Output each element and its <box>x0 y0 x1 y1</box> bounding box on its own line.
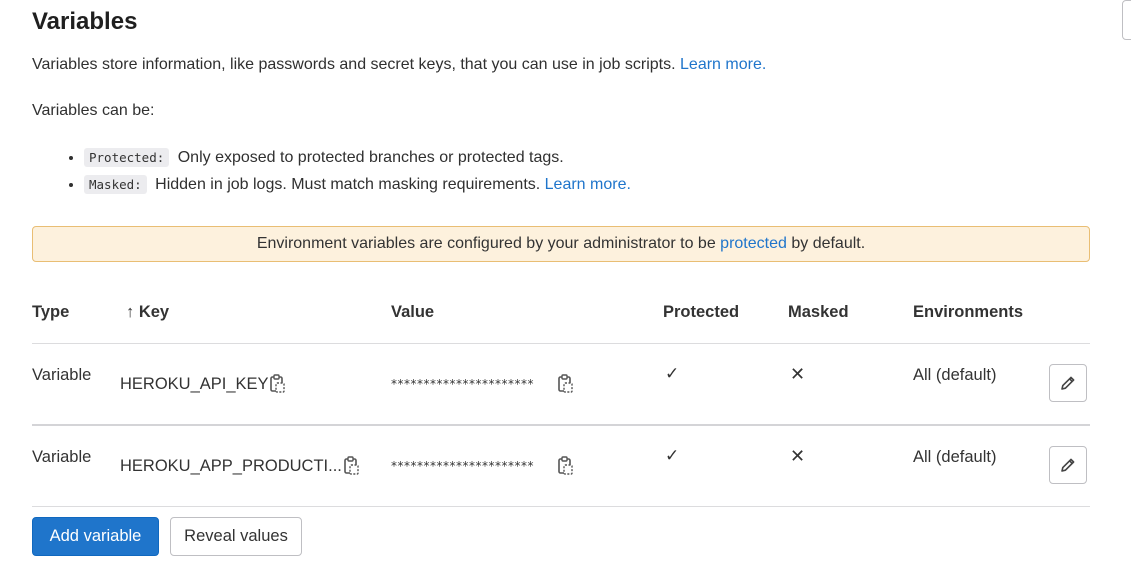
reveal-values-button[interactable]: Reveal values <box>170 517 302 556</box>
pencil-icon <box>1061 376 1075 390</box>
row-value-masked: ********************** <box>391 377 534 391</box>
copy-value-icon[interactable] <box>556 374 574 394</box>
column-header-protected[interactable]: Protected <box>663 303 739 322</box>
sort-arrow-icon: ↑ <box>126 303 135 321</box>
row-value-masked: ********************** <box>391 459 534 473</box>
column-header-masked[interactable]: Masked <box>788 303 849 322</box>
description-text: Variables store information, like passwo… <box>32 56 676 73</box>
masked-description: Hidden in job logs. Must match masking r… <box>155 176 541 193</box>
add-variable-button[interactable]: Add variable <box>32 517 159 556</box>
copy-key-icon[interactable] <box>268 374 286 394</box>
edit-variable-button[interactable] <box>1049 446 1087 484</box>
row-type: Variable <box>32 448 92 466</box>
alert-protected-link[interactable]: protected <box>720 235 787 253</box>
column-header-key[interactable]: ↑ Key <box>126 303 169 322</box>
check-icon: ✓ <box>665 446 680 465</box>
list-item-masked: Masked: Hidden in job logs. Must match m… <box>84 173 631 200</box>
column-header-value[interactable]: Value <box>391 303 434 322</box>
copy-key-icon[interactable] <box>342 456 360 476</box>
pencil-icon <box>1061 458 1075 472</box>
row-environments: All (default) <box>913 448 997 466</box>
header-divider <box>32 343 1090 344</box>
page-title: Variables <box>32 8 138 35</box>
collapse-button-edge[interactable] <box>1122 0 1131 40</box>
row-key: HEROKU_API_KEY <box>120 375 269 393</box>
close-icon: ✕ <box>790 364 806 384</box>
variables-can-be-text: Variables can be: <box>32 102 155 119</box>
row-environments: All (default) <box>913 366 997 384</box>
column-header-key-label: Key <box>138 303 170 321</box>
row-type: Variable <box>32 366 92 384</box>
variable-types-list: Protected: Only exposed to protected bra… <box>64 146 631 200</box>
table-bottom-divider <box>32 506 1090 507</box>
row-key: HEROKU_APP_PRODUCTI... <box>120 457 342 475</box>
check-icon: ✓ <box>665 364 680 383</box>
row-divider <box>32 424 1090 426</box>
alert-text-before: Environment variables are configured by … <box>256 235 716 252</box>
protected-description: Only exposed to protected branches or pr… <box>177 149 564 166</box>
learn-more-link[interactable]: Learn more. <box>680 56 766 73</box>
masking-learn-more-link[interactable]: Learn more. <box>545 176 631 193</box>
protected-tag: Protected: <box>84 148 170 167</box>
close-icon: ✕ <box>790 446 806 466</box>
column-header-type[interactable]: Type <box>32 303 69 322</box>
edit-variable-button[interactable] <box>1049 364 1087 402</box>
variables-description: Variables store information, like passwo… <box>32 56 766 74</box>
list-item-protected: Protected: Only exposed to protected bra… <box>84 146 631 173</box>
masked-tag: Masked: <box>84 175 147 194</box>
column-header-environments[interactable]: Environments <box>913 303 1023 322</box>
copy-value-icon[interactable] <box>556 456 574 476</box>
protected-default-alert: Environment variables are configured by … <box>32 226 1090 262</box>
alert-text-after: by default. <box>791 235 866 252</box>
